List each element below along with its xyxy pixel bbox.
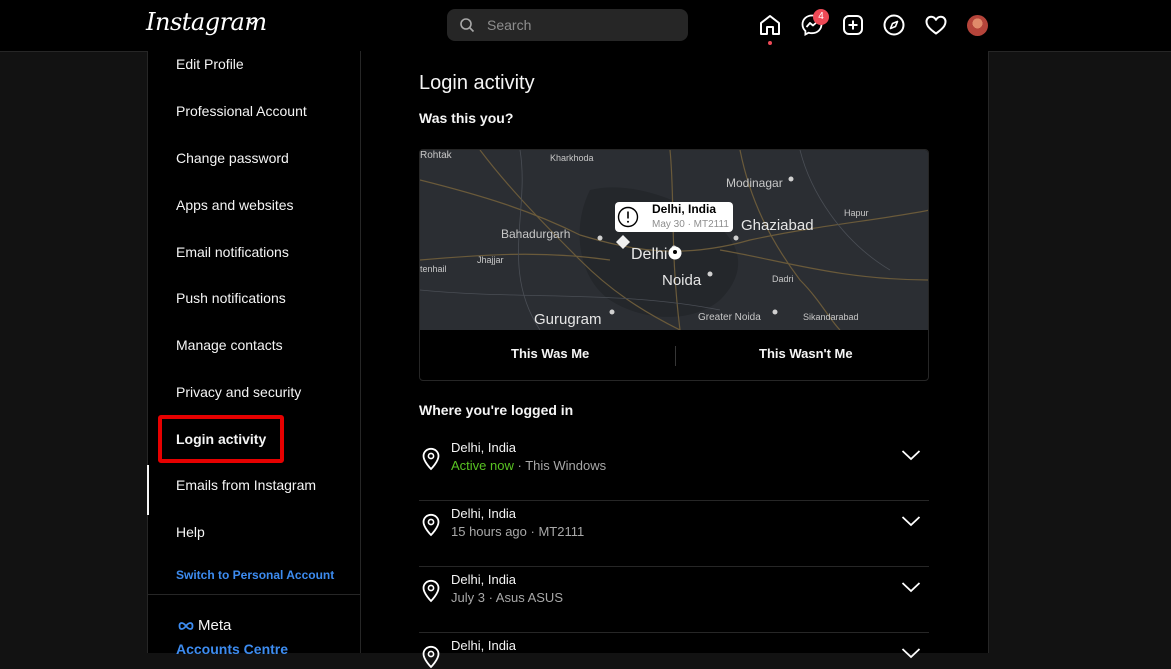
map-label-sikandarabad: Sikandarabad bbox=[803, 312, 859, 322]
session-row[interactable]: Delhi, India 15 hours ago · MT2111 bbox=[419, 500, 929, 567]
switch-account-link[interactable]: Switch to Personal Account bbox=[176, 568, 334, 582]
heart-icon[interactable] bbox=[924, 13, 948, 37]
location-pin-icon bbox=[422, 579, 440, 603]
map-label-rohtak: Rohtak bbox=[420, 150, 452, 161]
search-input[interactable] bbox=[485, 16, 669, 34]
alert-circle-icon bbox=[617, 206, 639, 228]
sidebar-item-emails-from-instagram[interactable]: Emails from Instagram bbox=[176, 477, 316, 493]
session-details: 15 hours ago · MT2111 bbox=[451, 524, 585, 539]
session-row[interactable]: Delhi, India July 3 · Asus ASUS bbox=[419, 566, 929, 633]
location-pin-icon bbox=[422, 645, 440, 669]
accounts-centre-link[interactable]: Accounts Centre bbox=[176, 641, 288, 657]
sessions-heading: Where you're logged in bbox=[419, 402, 574, 418]
location-map bbox=[420, 150, 928, 330]
messages-badge: 4 bbox=[813, 9, 829, 25]
confirm-buttons: This Was Me This Wasn't Me bbox=[420, 330, 928, 380]
chevron-down-icon[interactable] bbox=[901, 647, 921, 659]
meta-logo: Meta bbox=[176, 617, 231, 634]
create-post-icon[interactable] bbox=[841, 13, 865, 37]
active-status: Active now bbox=[451, 458, 514, 473]
map-label-jhajjar: Jhajjar bbox=[477, 255, 504, 265]
sidebar-item-help[interactable]: Help bbox=[176, 524, 205, 540]
profile-avatar[interactable] bbox=[967, 15, 988, 36]
search-icon bbox=[460, 18, 475, 33]
map-location-tooltip: Delhi, India May 30 · MT2111 bbox=[615, 202, 733, 232]
session-details: Active now · This Windows bbox=[451, 458, 606, 473]
sidebar-item-push-notifications[interactable]: Push notifications bbox=[176, 290, 286, 306]
active-indicator bbox=[147, 465, 149, 515]
page-title: Login activity bbox=[419, 72, 535, 94]
map-label-modinagar: Modinagar bbox=[726, 176, 783, 190]
map-label-kharkhoda: Kharkhoda bbox=[550, 153, 594, 163]
divider bbox=[147, 594, 360, 595]
sidebar-item-privacy-security[interactable]: Privacy and security bbox=[176, 384, 301, 400]
map-city-noida: Noida bbox=[662, 272, 702, 289]
session-location: Delhi, India bbox=[451, 572, 517, 587]
session-row[interactable]: Delhi, India bbox=[419, 632, 929, 669]
search-bar[interactable] bbox=[447, 9, 688, 41]
map-label-bahadurgarh: Bahadurgarh bbox=[501, 227, 571, 241]
map-label-hapur: Hapur bbox=[844, 208, 869, 218]
session-location: Delhi, India bbox=[451, 440, 517, 455]
map-label-dadri: Dadri bbox=[772, 274, 794, 284]
settings-sidebar: Edit Profile Professional Account Change… bbox=[147, 51, 361, 657]
meta-infinity-icon bbox=[178, 621, 194, 630]
chevron-down-icon[interactable] bbox=[901, 515, 921, 527]
explore-compass-icon[interactable] bbox=[882, 13, 906, 37]
session-row[interactable]: Delhi, India Active now · This Windows bbox=[419, 434, 929, 501]
map-city-delhi: Delhi bbox=[631, 246, 668, 263]
location-pin-icon bbox=[422, 513, 440, 537]
map-label-tenhail: tenhail bbox=[420, 264, 447, 274]
chevron-down-icon[interactable] bbox=[901, 581, 921, 593]
prompt-heading: Was this you? bbox=[419, 110, 514, 126]
meta-label: Meta bbox=[198, 617, 232, 634]
sidebar-item-apps-websites[interactable]: Apps and websites bbox=[176, 197, 294, 213]
session-details: July 3 · Asus ASUS bbox=[451, 590, 563, 605]
sidebar-item-email-notifications[interactable]: Email notifications bbox=[176, 244, 289, 260]
login-confirm-card: Rohtak Kharkhoda Modinagar Bahadurgarh J… bbox=[419, 149, 929, 381]
map-city-ghaziabad: Ghaziabad bbox=[741, 217, 814, 234]
sidebar-item-edit-profile[interactable]: Edit Profile bbox=[176, 56, 244, 72]
tooltip-details: May 30 · MT2111 bbox=[652, 219, 729, 230]
chevron-down-icon[interactable] bbox=[901, 449, 921, 461]
active-page-dot bbox=[768, 41, 772, 45]
top-navigation-bar: Instagram 4 bbox=[0, 0, 1171, 52]
sidebar-item-manage-contacts[interactable]: Manage contacts bbox=[176, 337, 283, 353]
annotation-highlight-box bbox=[158, 415, 284, 463]
this-was-me-button[interactable]: This Was Me bbox=[511, 346, 589, 361]
home-icon[interactable] bbox=[758, 13, 782, 37]
session-location: Delhi, India bbox=[451, 506, 517, 521]
button-divider bbox=[675, 346, 676, 366]
this-wasnt-me-button[interactable]: This Wasn't Me bbox=[759, 346, 853, 361]
tooltip-location: Delhi, India bbox=[652, 202, 717, 216]
session-device: · This Windows bbox=[513, 458, 607, 473]
sidebar-item-professional-account[interactable]: Professional Account bbox=[176, 103, 307, 119]
location-pin-icon bbox=[422, 447, 440, 471]
sidebar-item-change-password[interactable]: Change password bbox=[176, 150, 289, 166]
session-location: Delhi, India bbox=[451, 638, 517, 653]
chevron-down-icon[interactable] bbox=[246, 16, 258, 28]
map-city-gurugram: Gurugram bbox=[534, 311, 602, 328]
map-label-greater-noida: Greater Noida bbox=[698, 312, 761, 323]
